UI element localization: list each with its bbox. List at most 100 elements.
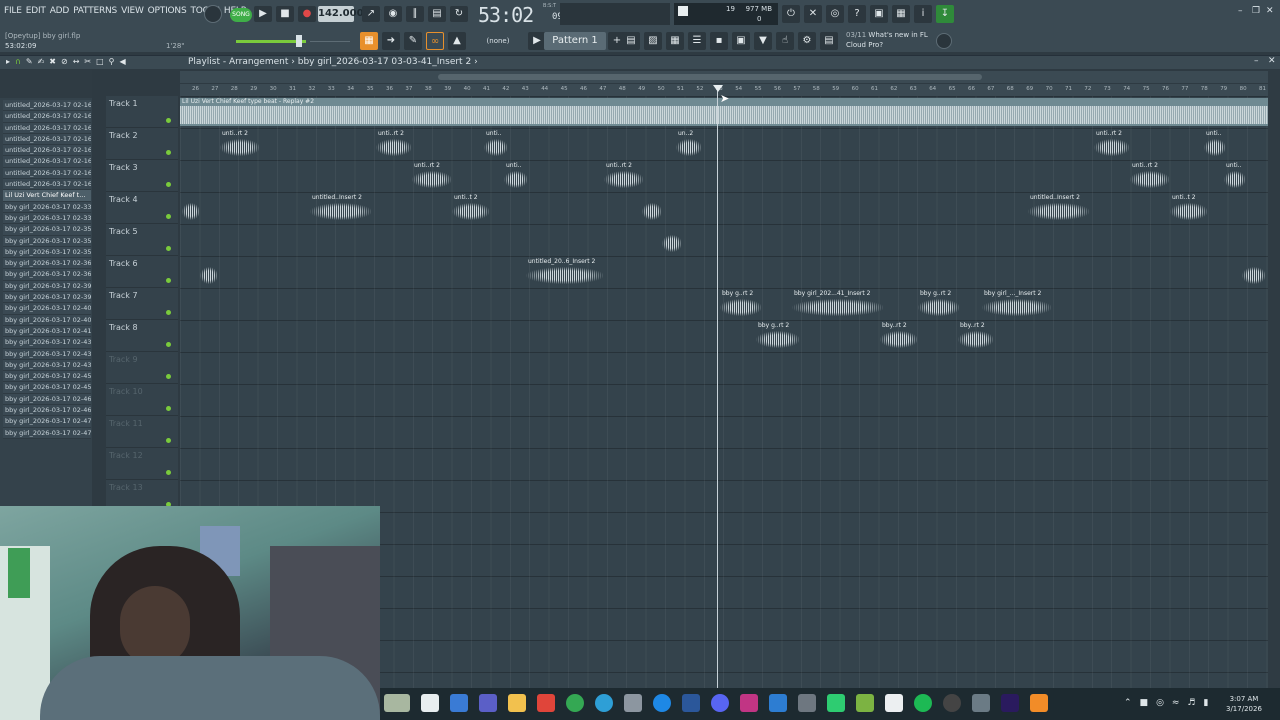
browser-item[interactable]: untitled_2026-03-17 02-16... [3, 156, 91, 168]
track-mute-led-icon[interactable] [166, 438, 171, 443]
help-icon[interactable]: ? [848, 5, 866, 23]
teams-icon[interactable] [479, 694, 497, 712]
nvidia-icon[interactable] [856, 694, 874, 712]
edge-icon[interactable] [595, 694, 613, 712]
delete-tool-icon[interactable]: ✖ [49, 57, 56, 66]
wifi-icon[interactable]: ≈ [1172, 698, 1180, 708]
chrome-icon[interactable] [566, 694, 584, 712]
menu-add[interactable]: ADD [50, 6, 70, 16]
browser-item[interactable]: bby girl_2026-03-17 02-35... [3, 246, 91, 259]
audio-clip[interactable]: bby girl_..._Insert 2 [982, 290, 1052, 318]
microphone-icon[interactable]: ◎ [826, 5, 844, 23]
track-header[interactable]: Track 5 [106, 224, 178, 256]
audio-clip[interactable]: unti..rt 2 [412, 162, 452, 190]
metronome-icon[interactable]: ↗ [362, 6, 380, 22]
restore-icon[interactable]: ❐ [1252, 6, 1260, 16]
track-header[interactable]: Track 8 [106, 320, 178, 352]
select-tool-icon[interactable]: □ [96, 57, 104, 66]
window-close-icon[interactable]: ✕ [1266, 6, 1274, 16]
audio-clip[interactable]: bby girl_202...41_Insert 2 [792, 290, 884, 318]
track-mute-led-icon[interactable] [166, 246, 171, 251]
browser-item[interactable]: bby girl_2026-03-17 02-40... [3, 303, 91, 315]
photos-icon[interactable] [769, 694, 787, 712]
track-mute-led-icon[interactable] [166, 406, 171, 411]
audio-clip[interactable]: unti..t 2 [1170, 194, 1208, 222]
step-edit-icon[interactable]: ▤ [428, 6, 446, 22]
browser-item[interactable]: bby girl_2026-03-17 02-40... [3, 314, 91, 326]
track-mute-led-icon[interactable] [166, 342, 171, 347]
browser-item[interactable]: untitled_2026-03-17 02-16... [3, 122, 91, 134]
menu-options[interactable]: OPTIONS [148, 6, 187, 16]
menu-file[interactable]: FILE [4, 6, 22, 16]
project-icon[interactable]: ▣ [732, 32, 750, 50]
tray-chevron-icon[interactable]: ⌃ [1124, 698, 1132, 708]
browser-item[interactable]: bby girl_2026-03-17 02-36... [3, 258, 91, 270]
premiere-icon[interactable] [1001, 694, 1019, 712]
audio-clip[interactable]: unti..rt 2 [376, 130, 412, 158]
cpu-ram-monitor[interactable]: 19 977 MB 0 [674, 3, 778, 25]
track-mute-led-icon[interactable] [166, 470, 171, 475]
copilot-icon[interactable] [450, 694, 468, 712]
menu-edit[interactable]: EDIT [26, 6, 46, 16]
browser-item[interactable]: untitled_2026-03-17 02-16... [3, 111, 91, 123]
playhead[interactable] [717, 88, 718, 688]
wrench-icon[interactable]: ⚙ [798, 32, 816, 50]
audio-clip[interactable]: unti..t 2 [452, 194, 490, 222]
info-icon[interactable]: i [914, 5, 932, 23]
taskbar-clock[interactable]: 3:07 AM 3/17/2026 [1226, 694, 1262, 714]
audio-clip[interactable]: unti.. [1224, 162, 1246, 190]
track-header[interactable]: Track 12 [106, 448, 178, 480]
browser-item[interactable]: bby girl_2026-03-17 02-46... [3, 405, 91, 417]
play-button[interactable]: ▶ [254, 6, 272, 22]
audio-clip[interactable] [1242, 258, 1266, 286]
slice-tool-icon[interactable]: ✂ [84, 57, 91, 66]
audio-clip[interactable]: unti.. [1204, 130, 1226, 158]
browser-item[interactable]: untitled_2026-03-17 02-16... [3, 179, 91, 191]
track-header[interactable]: Track 1 [106, 96, 178, 128]
file-icon[interactable] [421, 694, 439, 712]
track-mute-led-icon[interactable] [166, 150, 171, 155]
track-header[interactable]: Track 6 [106, 256, 178, 288]
track-header[interactable]: Track 7 [106, 288, 178, 320]
master-volume-handle[interactable] [296, 35, 302, 47]
playlist-icon[interactable]: ▤ [622, 32, 640, 50]
audio-clip[interactable] [642, 194, 662, 222]
messenger-icon[interactable] [653, 694, 671, 712]
browser-item[interactable]: bby girl_2026-03-17 02-47... [3, 416, 91, 428]
news-panel[interactable]: 03/11 What's new in FL Cloud Pro? [846, 30, 928, 50]
settings-app-icon[interactable] [972, 694, 990, 712]
browser-item[interactable]: untitled_2026-03-17 02-16... [3, 145, 91, 157]
mixer-view-icon[interactable]: ☰ [688, 32, 706, 50]
browser-item[interactable]: bby girl_2026-03-17 02-46... [3, 393, 91, 406]
instagram-icon[interactable] [740, 694, 758, 712]
spotify-icon[interactable] [914, 694, 932, 712]
battery-icon[interactable]: ▮ [1204, 698, 1209, 708]
notepad-icon[interactable] [885, 694, 903, 712]
browser-item[interactable]: bby girl_2026-03-17 02-45... [3, 382, 91, 394]
taskbar-thumbnail-icon[interactable] [384, 694, 410, 712]
browser-item[interactable]: bby girl_2026-03-17 02-43... [3, 348, 91, 360]
song-position[interactable]: 53:02 [478, 3, 554, 27]
pattern-selector[interactable]: Pattern 1 [544, 32, 606, 50]
track-header[interactable]: Track 3 [106, 160, 178, 192]
audio-clip[interactable]: bby..rt 2 [958, 322, 994, 350]
loop-record-icon[interactable]: ↻ [450, 6, 468, 22]
tray-mic-icon[interactable]: ◎ [1156, 698, 1164, 708]
track-mute-led-icon[interactable] [166, 310, 171, 315]
power-icon[interactable]: ⏻ [782, 5, 800, 23]
audio-clip[interactable]: untitled..Insert 2 [310, 194, 372, 222]
stamp-icon[interactable]: ▲ [448, 32, 466, 50]
browser-item[interactable]: bby girl_2026-03-17 02-41... [3, 325, 91, 338]
track-mute-led-icon[interactable] [166, 374, 171, 379]
menu-view[interactable]: VIEW [121, 6, 144, 16]
scrollbar-thumb[interactable] [438, 74, 982, 80]
tempo-display[interactable]: 142.000 [318, 6, 364, 22]
track-mute-led-icon[interactable] [166, 118, 171, 123]
close-x-icon[interactable]: ✕ [804, 5, 822, 23]
track-header[interactable]: Track 2 [106, 128, 178, 160]
paint-tool-icon[interactable]: ✍ [38, 57, 45, 66]
browser-item[interactable]: bby girl_2026-03-17 02-39... [3, 280, 91, 293]
master-pitch-slider[interactable] [310, 41, 350, 42]
audio-clip[interactable] [200, 258, 218, 286]
browser-item[interactable]: bby girl_2026-03-17 02-36... [3, 269, 91, 281]
